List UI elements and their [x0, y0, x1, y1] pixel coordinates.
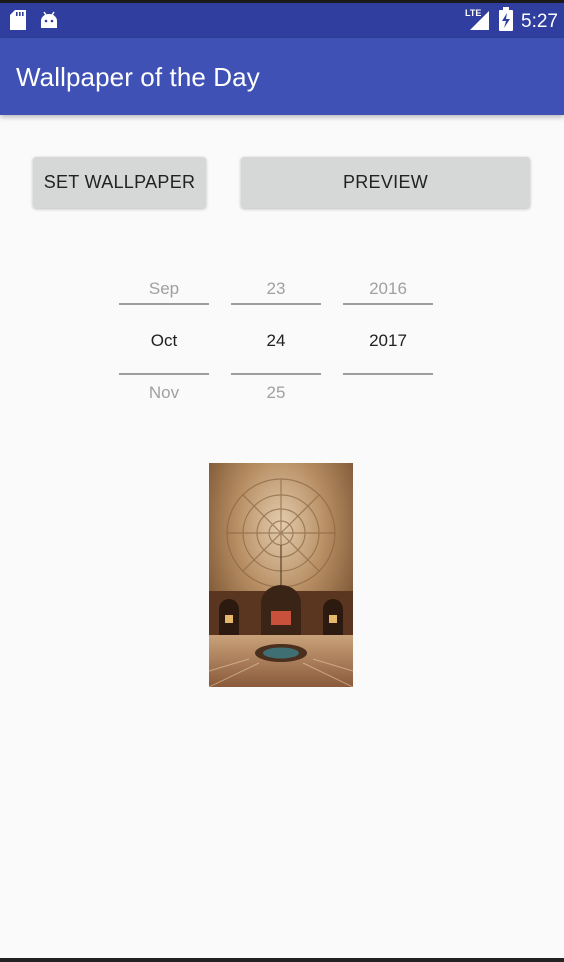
day-divider-bottom	[231, 373, 321, 375]
bottom-edge	[0, 958, 564, 962]
year-current[interactable]: 2017	[343, 331, 433, 351]
network-label: LTE	[465, 8, 481, 18]
month-current[interactable]: Oct	[119, 331, 209, 351]
status-notifications	[10, 10, 58, 35]
status-time: 5:27	[521, 10, 558, 32]
month-picker[interactable]: Sep Oct Nov	[119, 268, 209, 408]
day-next[interactable]: 25	[231, 383, 321, 403]
month-next[interactable]: Nov	[119, 383, 209, 403]
day-picker[interactable]: 23 24 25	[231, 268, 321, 408]
wallpaper-preview-image	[209, 463, 353, 687]
set-wallpaper-button[interactable]: SET WALLPAPER	[33, 157, 206, 208]
battery-charging-icon	[499, 7, 514, 36]
sd-card-icon	[10, 10, 26, 35]
month-divider-top	[119, 303, 209, 305]
preview-button[interactable]: PREVIEW	[241, 157, 530, 208]
year-prev[interactable]: 2016	[343, 279, 433, 299]
year-picker[interactable]: 2016 2017	[343, 268, 433, 408]
year-divider-bottom	[343, 373, 433, 375]
android-icon	[40, 11, 58, 34]
month-prev[interactable]: Sep	[119, 279, 209, 299]
lte-signal-icon: LTE	[465, 7, 491, 36]
day-current[interactable]: 24	[231, 331, 321, 351]
month-divider-bottom	[119, 373, 209, 375]
day-prev[interactable]: 23	[231, 279, 321, 299]
day-divider-top	[231, 303, 321, 305]
status-system-icons: LTE 5:27	[465, 7, 558, 36]
status-bar: LTE 5:27	[0, 0, 564, 38]
app-bar: Wallpaper of the Day	[0, 38, 564, 115]
app-title: Wallpaper of the Day	[16, 62, 260, 92]
year-divider-top	[343, 303, 433, 305]
